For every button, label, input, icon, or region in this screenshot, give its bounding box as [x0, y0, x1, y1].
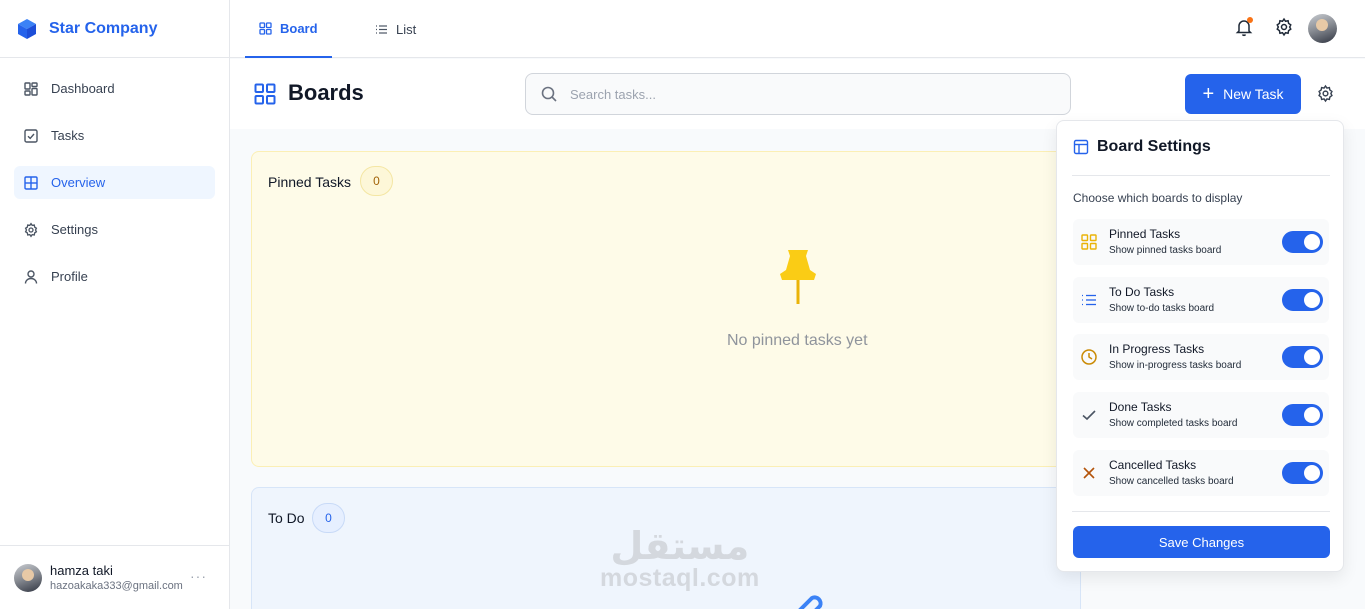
clock-icon — [1080, 348, 1098, 366]
option-description: Show to-do tasks board — [1109, 303, 1215, 314]
option-description: Show cancelled tasks board — [1109, 476, 1234, 487]
pushpin-icon — [780, 250, 816, 304]
board-title: To Do — [268, 510, 305, 526]
panel-header: Board Settings — [1073, 138, 1211, 156]
table-icon — [23, 175, 39, 191]
panel-title: Board Settings — [1097, 138, 1211, 155]
option-label: Pinned Tasks — [1109, 227, 1181, 241]
more-options-icon[interactable]: ··· — [190, 568, 207, 584]
sidebar-nav: Dashboard Tasks Overview Settings Profil… — [0, 58, 229, 293]
user-email: hazoakaka333@gmail.com — [50, 580, 183, 592]
option-description: Show pinned tasks board — [1109, 245, 1222, 256]
gear-icon — [1318, 84, 1333, 103]
sidebar-item-overview[interactable]: Overview — [14, 166, 215, 199]
tab-label: Board — [280, 20, 318, 36]
count-badge: 0 — [312, 503, 345, 533]
page-header: Boards + New Task — [230, 59, 1365, 129]
page-title: Boards — [288, 80, 364, 105]
option-label: To Do Tasks — [1109, 285, 1175, 299]
dashboard-icon — [23, 81, 39, 97]
cube-icon — [18, 18, 36, 39]
gear-icon — [23, 221, 39, 238]
user-icon — [23, 269, 39, 285]
option-label: Done Tasks — [1109, 400, 1172, 414]
option-label: In Progress Tasks — [1109, 342, 1205, 356]
plus-icon: + — [1202, 83, 1215, 105]
sidebar-item-label: Overview — [51, 175, 106, 190]
settings-button[interactable] — [1274, 17, 1294, 37]
layout-icon — [1073, 139, 1089, 155]
divider — [1072, 175, 1330, 176]
sidebar-item-tasks[interactable]: Tasks — [14, 119, 215, 152]
user-name: hamza taki — [50, 563, 113, 578]
sidebar-item-label: Profile — [51, 269, 88, 284]
option-todo-tasks: To Do Tasks Show to-do tasks board — [1073, 277, 1329, 323]
option-cancelled-tasks: Cancelled Tasks Show cancelled tasks boa… — [1073, 450, 1329, 496]
brand-name: Star Company — [49, 19, 158, 37]
sidebar-item-dashboard[interactable]: Dashboard — [14, 72, 215, 105]
toggle-switch[interactable] — [1282, 346, 1323, 368]
grid-icon — [254, 83, 276, 105]
pinned-tasks-board: Pinned Tasks 0 No pinned tasks yet — [251, 151, 1081, 467]
empty-state-text: No pinned tasks yet — [727, 332, 868, 349]
sidebar-item-label: Dashboard — [51, 81, 115, 96]
notifications-button[interactable] — [1234, 17, 1254, 37]
toggle-switch[interactable] — [1282, 462, 1323, 484]
brand[interactable]: Star Company — [0, 0, 229, 58]
sidebar-item-label: Settings — [51, 222, 98, 237]
checkbox-icon — [23, 128, 39, 144]
option-description: Show completed tasks board — [1109, 418, 1238, 429]
option-pinned-tasks: Pinned Tasks Show pinned tasks board — [1073, 219, 1329, 265]
toggle-switch[interactable] — [1282, 404, 1323, 426]
user-card[interactable]: hamza taki hazoakaka333@gmail.com ··· — [0, 545, 230, 609]
x-icon — [1080, 464, 1098, 482]
sidebar-item-profile[interactable]: Profile — [14, 260, 215, 293]
avatar — [14, 563, 42, 592]
grid-icon — [1080, 233, 1098, 251]
search-input[interactable] — [570, 86, 1050, 102]
watermark-latin: mostaql.com — [600, 564, 760, 592]
watermark: مستقل mostaql.com — [600, 524, 760, 593]
avatar[interactable] — [1308, 14, 1337, 43]
board-title: Pinned Tasks — [268, 174, 352, 190]
toggle-switch[interactable] — [1282, 231, 1323, 253]
option-label: Cancelled Tasks — [1109, 458, 1197, 472]
sidebar: Star Company Dashboard Tasks Overview Se… — [0, 0, 230, 609]
gear-icon — [1276, 17, 1292, 37]
toggle-switch[interactable] — [1282, 289, 1323, 311]
count-badge: 0 — [360, 166, 393, 196]
new-task-button[interactable]: + New Task — [1185, 74, 1301, 114]
watermark-arabic: مستقل — [610, 524, 750, 568]
search-icon — [540, 85, 558, 103]
option-in-progress-tasks: In Progress Tasks Show in-progress tasks… — [1073, 334, 1329, 380]
option-description: Show in-progress tasks board — [1109, 360, 1242, 371]
new-task-label: New Task — [1223, 86, 1284, 102]
sidebar-item-settings[interactable]: Settings — [14, 213, 215, 246]
sidebar-item-label: Tasks — [51, 128, 85, 143]
list-icon — [375, 23, 388, 36]
tab-list[interactable]: List — [375, 0, 416, 58]
tab-label: List — [396, 21, 417, 37]
list-icon — [1080, 291, 1098, 309]
topbar: Board List — [230, 0, 1365, 58]
board-settings-button[interactable] — [1316, 84, 1335, 103]
notification-dot — [1247, 17, 1253, 23]
divider — [1072, 511, 1330, 512]
board-settings-panel: Board Settings Choose which boards to di… — [1056, 120, 1344, 572]
panel-subtitle: Choose which boards to display — [1073, 191, 1243, 205]
tab-board[interactable]: Board — [245, 0, 332, 58]
search-box[interactable] — [525, 73, 1071, 115]
paperclip-icon — [798, 595, 823, 609]
todo-board: To Do 0 مستقل mostaql.com — [251, 487, 1081, 609]
grid-icon — [259, 21, 272, 35]
save-changes-button[interactable]: Save Changes — [1073, 526, 1330, 558]
option-done-tasks: Done Tasks Show completed tasks board — [1073, 392, 1329, 438]
check-icon — [1080, 406, 1098, 424]
